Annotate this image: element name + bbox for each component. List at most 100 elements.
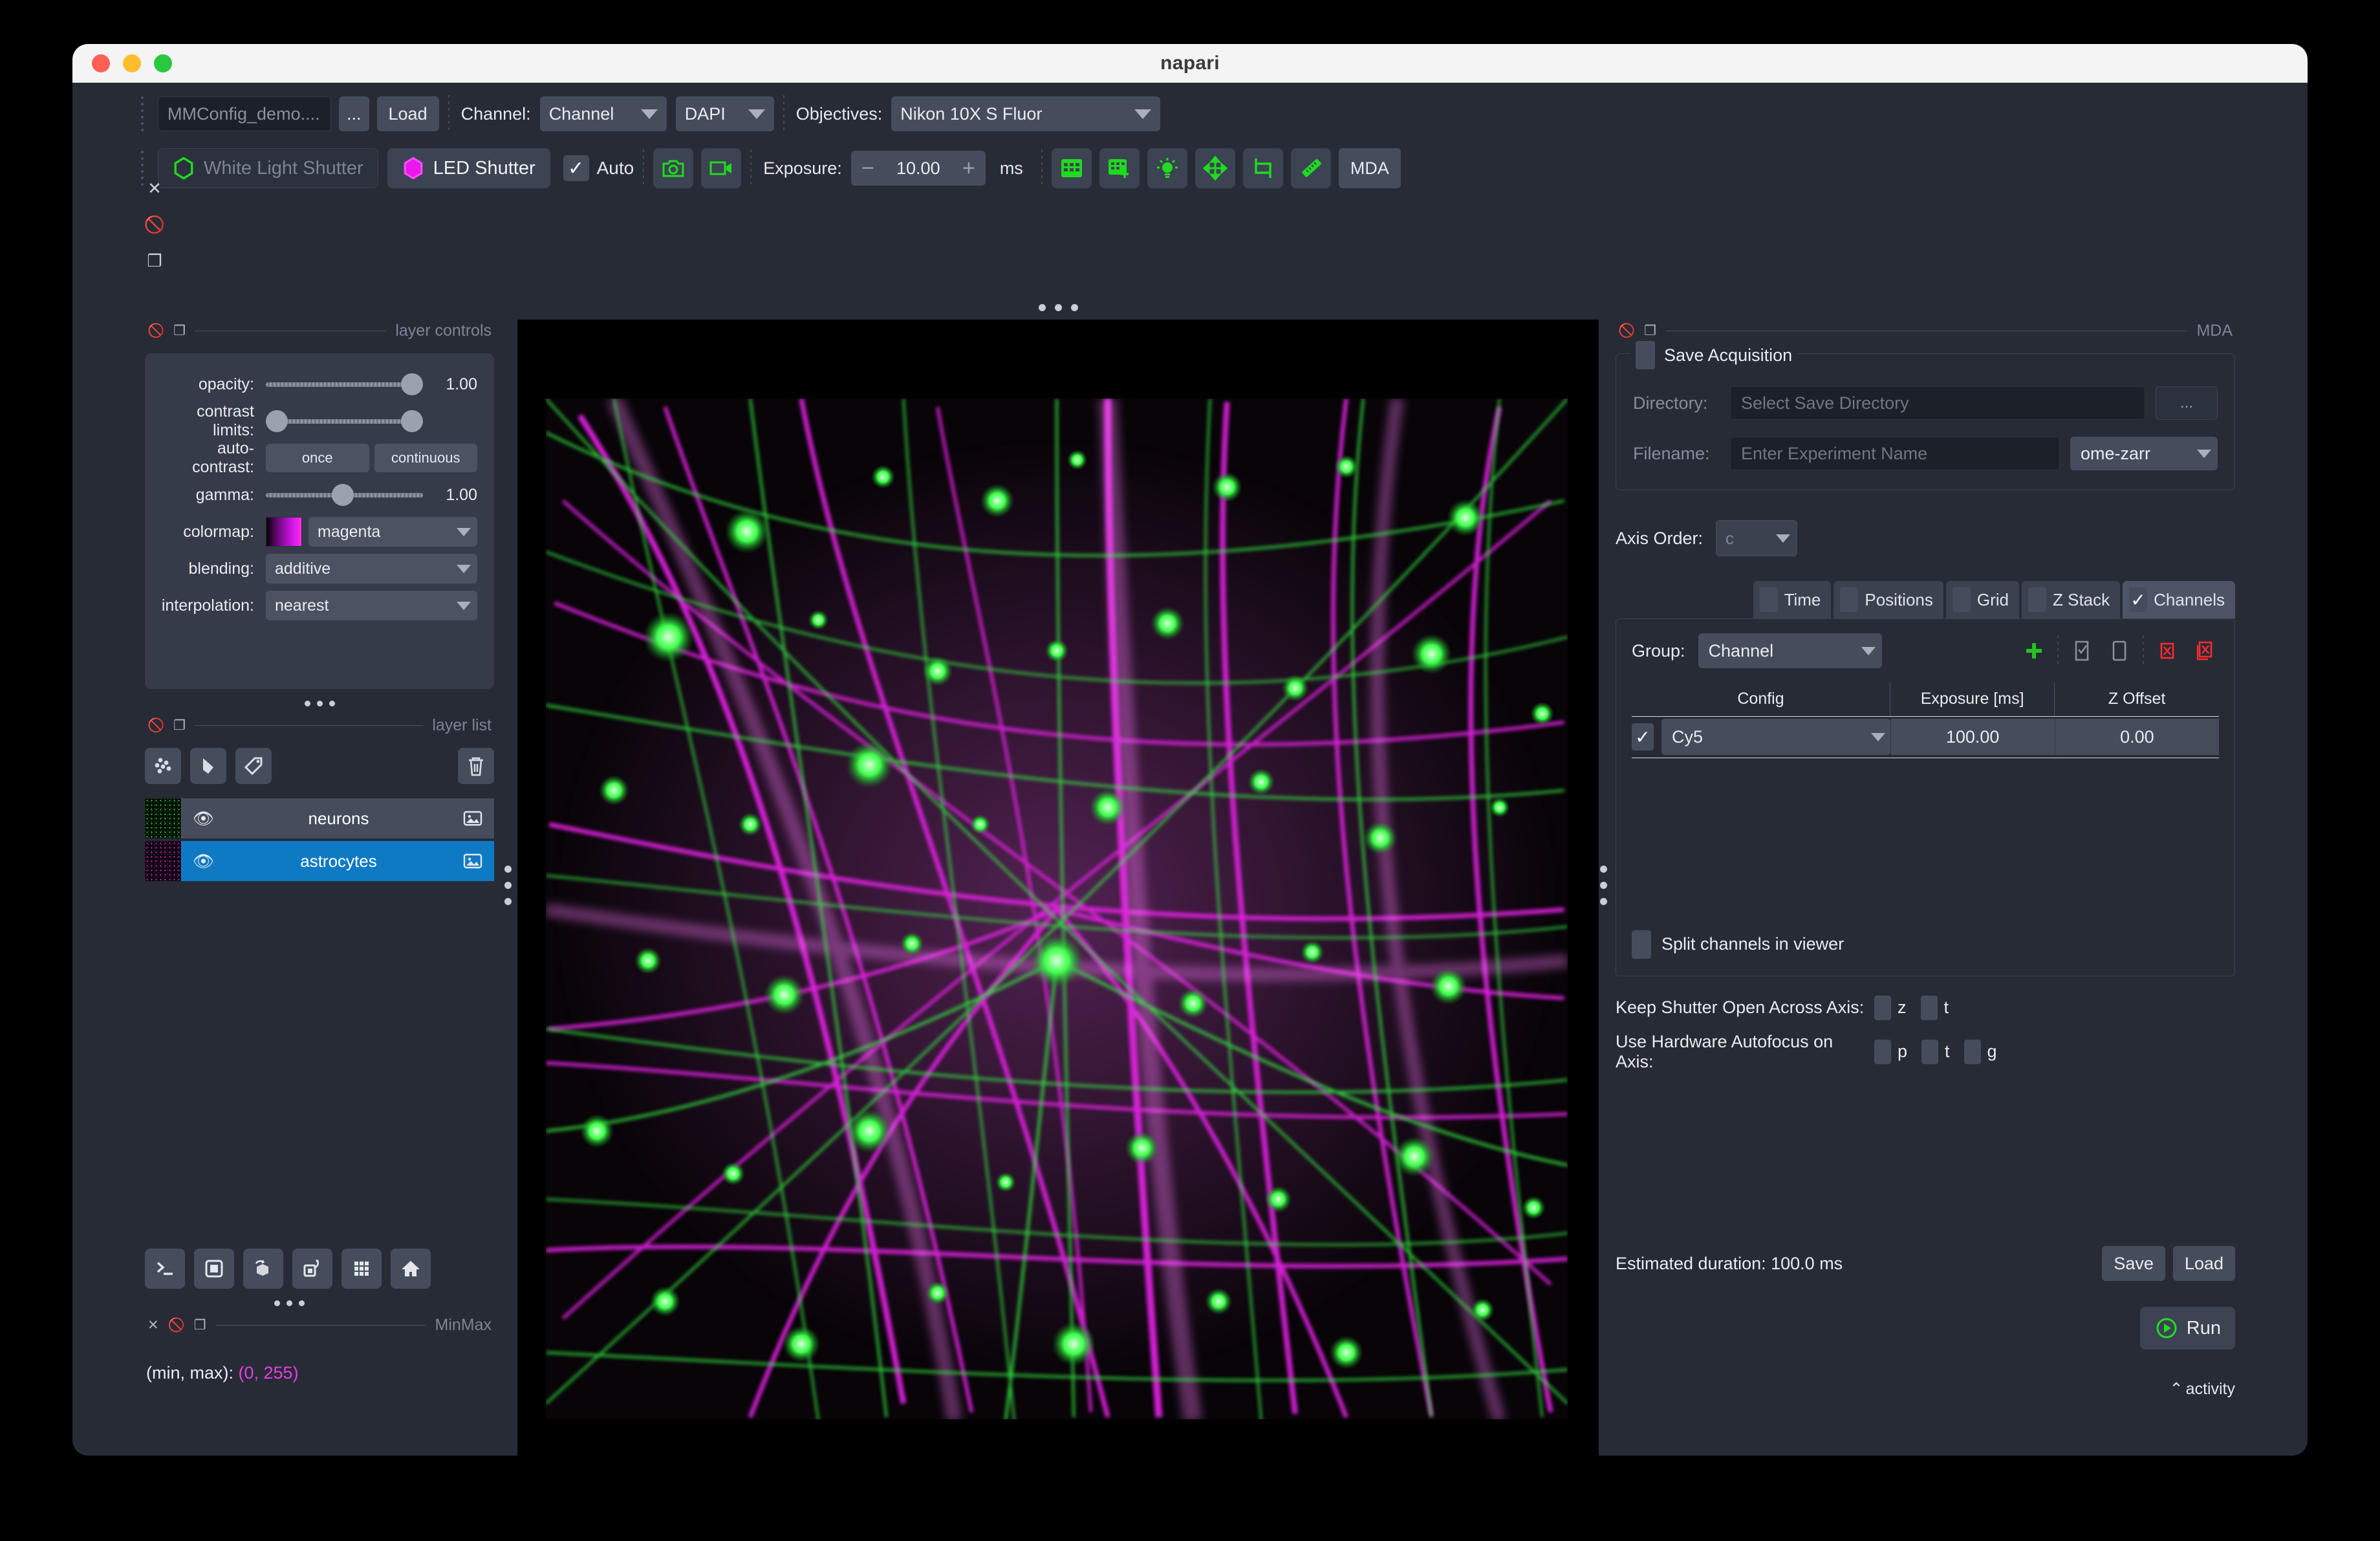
transpose-dims-icon[interactable] [292, 1249, 332, 1289]
keep-shutter-z-checkbox[interactable] [1874, 995, 1891, 1020]
close-icon[interactable]: ✕ [147, 1318, 159, 1332]
tab-grid[interactable]: Grid [1945, 581, 2019, 618]
plus-icon[interactable]: + [962, 157, 975, 179]
snap-button[interactable] [653, 148, 694, 188]
hide-icon[interactable]: 🚫 [1618, 324, 1635, 338]
hide-icon[interactable]: 🚫 [147, 719, 164, 732]
auto-shutter-checkbox[interactable]: ✓ [563, 155, 589, 181]
gamma-slider[interactable] [266, 484, 423, 506]
hide-icon[interactable]: 🚫 [168, 1318, 185, 1332]
panel-resize-handle[interactable] [145, 701, 494, 706]
channel-exposure-cell[interactable]: 100.00 [1890, 719, 2055, 755]
tab-positions[interactable]: Positions [1834, 581, 1943, 618]
channel-group-combo[interactable]: Channel [1698, 633, 1882, 668]
hide-icon[interactable]: 🚫 [144, 216, 165, 233]
float-icon[interactable]: ❐ [194, 1318, 206, 1332]
layer-item-neurons[interactable]: 👁 neurons [181, 798, 494, 838]
blending-combo[interactable]: additive [266, 554, 477, 584]
remove-icon[interactable] [2153, 635, 2181, 667]
keep-shutter-t-checkbox[interactable] [1920, 995, 1938, 1020]
channel-group-combo[interactable]: Channel [539, 96, 667, 131]
objectives-combo[interactable]: Nikon 10X S Fluor [891, 96, 1161, 131]
format-combo[interactable]: ome-zarr [2070, 437, 2218, 470]
new-labels-icon[interactable] [235, 748, 272, 784]
duplicate-icon[interactable] [2105, 635, 2134, 667]
layer-item-astrocytes[interactable]: 👁 astrocytes [181, 841, 494, 881]
table-row[interactable]: 👁 neurons [145, 798, 494, 838]
grid-checkbox[interactable] [1952, 587, 1971, 612]
groups-presets-button[interactable] [1051, 148, 1092, 188]
toolbar-drag-handle[interactable] [141, 96, 150, 131]
add-channel-icon[interactable] [2020, 635, 2048, 667]
exposure-input[interactable]: − 10.00 + [850, 151, 986, 186]
eye-icon[interactable]: 👁 [193, 809, 214, 829]
filename-input[interactable]: Enter Experiment Name [1730, 437, 2060, 470]
opacity-slider[interactable] [266, 373, 423, 395]
autofocus-g-checkbox[interactable] [1964, 1039, 1981, 1064]
autofocus-g[interactable]: g [1964, 1039, 1997, 1064]
tab-channels[interactable]: ✓ Channels [2123, 581, 2235, 618]
float-icon[interactable]: ❐ [147, 252, 162, 269]
minus-icon[interactable]: − [861, 157, 874, 179]
contrast-limits-slider[interactable] [266, 410, 423, 432]
right-splitter[interactable] [1595, 846, 1612, 924]
float-icon[interactable]: ❐ [1644, 324, 1656, 338]
select-all-icon[interactable] [2068, 635, 2096, 667]
roll-dims-icon[interactable] [243, 1249, 283, 1289]
channel-enabled-checkbox[interactable]: ✓ [1632, 723, 1654, 750]
keep-shutter-z[interactable]: z [1874, 995, 1907, 1020]
led-shutter-button[interactable]: LED Shutter [387, 148, 550, 188]
viewer-canvas[interactable] [517, 304, 1599, 1456]
directory-input[interactable]: Select Save Directory [1730, 386, 2145, 420]
white-light-shutter-button[interactable]: White Light Shutter [158, 148, 378, 188]
panel-resize-handle[interactable] [274, 1300, 494, 1306]
console-icon[interactable] [145, 1249, 185, 1289]
activity-toggle[interactable]: ⌃ activity [1616, 1379, 2235, 1399]
camera-roi-button[interactable] [1242, 148, 1283, 188]
load-sequence-button[interactable]: Load [2172, 1246, 2235, 1281]
canvas-resize-handle[interactable] [517, 304, 1599, 311]
pixel-size-button[interactable] [1290, 148, 1331, 188]
autofocus-p[interactable]: p [1874, 1039, 1907, 1064]
auto-contrast-continuous-button[interactable]: continuous [374, 444, 477, 472]
microscopy-image[interactable] [546, 399, 1568, 1419]
config-browse-button[interactable]: ... [339, 96, 369, 131]
delete-layer-icon[interactable] [458, 748, 494, 784]
channel-zoffset-cell[interactable]: 0.00 [2054, 719, 2219, 755]
config-file-input[interactable]: MMConfig_demo.... [158, 96, 331, 131]
save-sequence-button[interactable]: Save [2102, 1246, 2165, 1281]
axis-order-combo[interactable]: c [1716, 520, 1798, 556]
keep-shutter-t[interactable]: t [1920, 995, 1949, 1020]
save-acquisition-checkbox[interactable] [1636, 341, 1655, 369]
home-icon[interactable] [391, 1249, 431, 1289]
illumination-button[interactable] [1147, 148, 1187, 188]
group-preset-add-button[interactable] [1099, 148, 1140, 188]
channel-config-combo[interactable]: Cy5 [1661, 719, 1890, 755]
clear-all-icon[interactable] [2191, 635, 2219, 667]
run-button[interactable]: Run [2139, 1307, 2235, 1350]
channels-checkbox[interactable]: ✓ [2129, 587, 2148, 612]
positions-checkbox[interactable] [1840, 587, 1859, 612]
mda-button[interactable]: MDA [1338, 148, 1401, 188]
auto-contrast-once-button[interactable]: once [266, 444, 369, 472]
tab-time[interactable]: Time [1753, 581, 1832, 618]
float-icon[interactable]: ❐ [173, 324, 186, 338]
table-row[interactable]: ✓ Cy5 100.00 0.00 [1632, 716, 2219, 758]
left-splitter[interactable] [499, 846, 516, 924]
autofocus-t[interactable]: t [1921, 1039, 1950, 1064]
live-button[interactable] [701, 148, 742, 188]
hide-icon[interactable]: 🚫 [147, 324, 164, 338]
table-row[interactable]: 👁 astrocytes [145, 841, 494, 881]
colormap-combo[interactable]: magenta [308, 517, 477, 547]
directory-browse-button[interactable]: ... [2156, 386, 2218, 420]
autofocus-t-checkbox[interactable] [1921, 1039, 1939, 1064]
stage-control-button[interactable] [1195, 148, 1235, 188]
channel-preset-combo[interactable]: DAPI [675, 96, 774, 131]
split-channels-checkbox[interactable] [1632, 930, 1651, 959]
new-shapes-icon[interactable] [190, 748, 226, 784]
zstack-checkbox[interactable] [2028, 587, 2046, 612]
tab-zstack[interactable]: Z Stack [2022, 581, 2121, 618]
ndisplay-2d-icon[interactable] [194, 1249, 234, 1289]
new-points-icon[interactable] [145, 748, 181, 784]
close-icon[interactable]: ✕ [147, 180, 162, 197]
